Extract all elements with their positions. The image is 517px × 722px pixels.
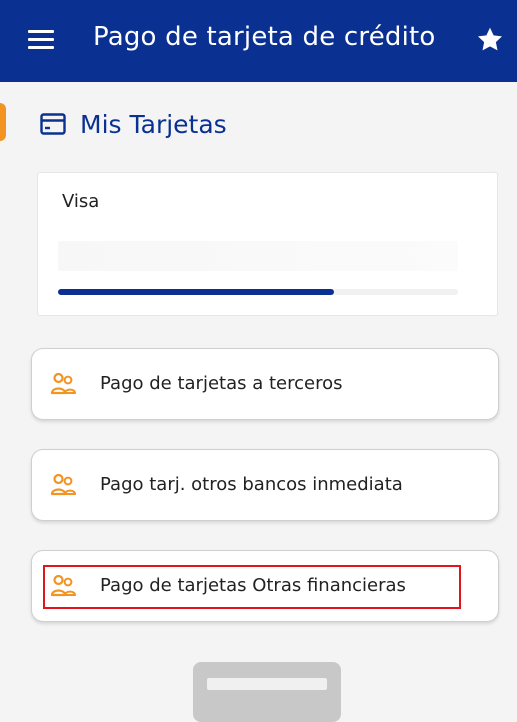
card-usage-fill	[58, 289, 334, 295]
pay-other-financial-cards-button[interactable]: Pago de tarjetas Otras financieras	[31, 550, 499, 622]
app-bar: Pago de tarjeta de crédito	[0, 0, 517, 82]
action-label: Pago de tarjetas a terceros	[100, 373, 343, 394]
credit-card-icon	[40, 113, 66, 135]
masked-card-details	[58, 241, 458, 271]
section-header: Mis Tarjetas	[40, 108, 227, 140]
star-icon[interactable]	[475, 25, 505, 55]
section-title: Mis Tarjetas	[80, 109, 227, 139]
highlight-box	[43, 565, 461, 609]
section-marker	[0, 103, 6, 141]
credit-card-panel[interactable]: Visa	[37, 172, 498, 316]
bottom-widget-bar	[207, 678, 327, 690]
bottom-widget[interactable]	[193, 662, 341, 722]
app-title: Pago de tarjeta de crédito	[93, 22, 436, 52]
pay-other-banks-immediate-button[interactable]: Pago tarj. otros bancos inmediata	[31, 449, 499, 521]
card-usage-bar	[58, 289, 458, 295]
action-label: Pago tarj. otros bancos inmediata	[100, 474, 403, 495]
card-name: Visa	[62, 191, 100, 212]
people-icon	[50, 372, 76, 395]
pay-third-party-cards-button[interactable]: Pago de tarjetas a terceros	[31, 348, 499, 420]
hamburger-menu-icon[interactable]	[28, 30, 54, 50]
people-icon	[50, 473, 76, 496]
